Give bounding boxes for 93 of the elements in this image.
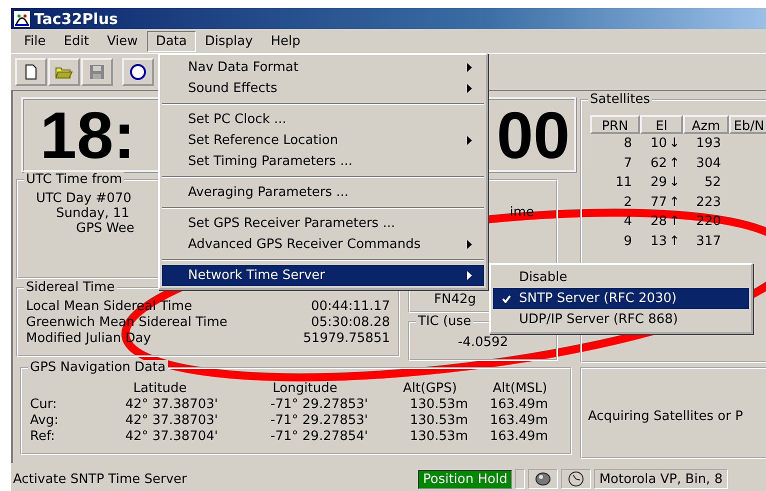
satellite-arc-icon — [14, 10, 30, 26]
grid-square-text: FN42g — [434, 292, 476, 307]
column-header: Alt(GPS) — [402, 381, 458, 397]
table-cell-text: 29 — [650, 174, 667, 192]
table-cell-text: 317 — [695, 232, 722, 250]
table-cell-text: 42° 37.38704' — [124, 429, 219, 445]
menu-item[interactable]: Disable — [493, 267, 749, 288]
acquiring-text: Acquiring Satellites or P — [588, 408, 743, 424]
table-cell-text: 13 — [650, 232, 667, 250]
menu-item[interactable]: Help — [262, 30, 310, 52]
tic-value: -4.0592 — [456, 335, 510, 350]
table-cell-text: 62 — [650, 154, 667, 172]
table-cell-text: 130.53m — [408, 429, 469, 445]
new-file-icon[interactable] — [15, 58, 47, 86]
table-cell-text: 52 — [703, 174, 722, 192]
sidereal-value: 51979.75851 — [303, 331, 390, 347]
trend-arrow: ↑ — [669, 194, 681, 212]
table-cell-text: -71° 29.27853' — [270, 397, 369, 413]
utc-line: Sunday, 11 — [56, 206, 130, 221]
trend-arrow: ↓ — [669, 135, 681, 153]
trend-arrow: ↓ — [669, 174, 681, 192]
status-pane — [515, 469, 526, 489]
trend-arrow: ↑ — [669, 232, 681, 250]
table-cell-text: 7 — [622, 154, 633, 172]
column-header: Longitude — [272, 381, 338, 397]
submenu-arrow-icon — [467, 84, 472, 93]
table-cell-text: 193 — [695, 135, 722, 153]
row-label: Ref: — [30, 429, 56, 445]
table-cell-text: 8 — [622, 135, 633, 153]
checkmark-icon — [502, 294, 510, 302]
row-label: Cur: — [30, 397, 58, 413]
menu-item[interactable]: Display — [196, 30, 262, 52]
table-cell-text: 2 — [622, 194, 633, 212]
column-header[interactable]: PRN — [590, 115, 640, 134]
table-cell-text: 9 — [622, 232, 633, 250]
submenu-arrow-icon — [467, 136, 472, 145]
column-header[interactable]: Azm — [683, 115, 729, 134]
trend-arrow: ↑ — [669, 213, 681, 231]
menu-item[interactable]: View — [98, 30, 147, 52]
table-cell-text: 10 — [650, 135, 667, 153]
menu-item[interactable]: Set Timing Parameters ... — [162, 151, 484, 172]
sidereal-value: 00:44:11.17 — [310, 299, 390, 315]
table-cell-text: 4 — [622, 213, 633, 231]
mode-indicator: Position Hold — [418, 470, 512, 488]
menu-item[interactable]: Set PC Clock ... — [162, 109, 484, 130]
open-folder-icon[interactable] — [48, 58, 80, 86]
trend-arrow: ↑ — [669, 154, 681, 172]
status-message: Activate SNTP Time Server — [13, 472, 188, 486]
utc-line: GPS Wee — [76, 221, 134, 236]
group-legend: TIC (use — [416, 314, 474, 329]
column-header: Alt(MSL) — [492, 381, 548, 397]
receiver-info: Motorola VP, Bin, 8 — [594, 469, 728, 489]
utc-line: UTC Day #070 — [36, 191, 132, 206]
clock-seconds: 00 — [496, 97, 570, 173]
table-cell-text: 77 — [650, 194, 667, 212]
submenu-arrow-icon — [467, 240, 472, 249]
clock-icon — [568, 471, 584, 487]
menu-item[interactable]: Advanced GPS Receiver Commands — [162, 234, 484, 255]
group-legend: GPS Navigation Data — [28, 360, 168, 375]
column-header: Latitude — [132, 381, 188, 397]
table-cell-text: 28 — [650, 213, 667, 231]
table-cell-text: 304 — [695, 154, 722, 172]
table-cell-text: 11 — [614, 174, 633, 192]
menu-item[interactable]: UDP/IP Server (RFC 868) — [493, 309, 749, 330]
menu-item[interactable]: Edit — [54, 30, 98, 52]
table-cell-text: 163.49m — [488, 429, 549, 445]
column-header[interactable]: Eb/N — [729, 115, 766, 134]
menu-item[interactable]: SNTP Server (RFC 2030) — [493, 288, 749, 309]
submenu-arrow-icon — [467, 271, 472, 280]
table-cell-text: 223 — [695, 194, 722, 212]
table-cell-text: 163.49m — [488, 397, 549, 413]
table-cell-text: 130.53m — [408, 413, 469, 429]
menu-item[interactable]: Averaging Parameters ... — [162, 182, 484, 203]
ball-icon — [535, 472, 552, 486]
menu-item[interactable]: Sound Effects — [162, 78, 484, 99]
column-header[interactable]: El — [640, 115, 683, 134]
table-cell-text: 130.53m — [408, 397, 469, 413]
table-cell-text: 42° 37.38703' — [124, 397, 219, 413]
menu-item[interactable]: Network Time Server — [162, 265, 484, 286]
menu-item[interactable]: File — [15, 30, 55, 52]
table-cell-text: -71° 29.27854' — [270, 429, 369, 445]
menu-item[interactable]: Nav Data Format — [162, 57, 484, 78]
clock-hours: 18: — [40, 97, 136, 173]
row-label: Avg: — [30, 413, 60, 429]
table-cell-text: 42° 37.38703' — [124, 413, 219, 429]
sidereal-value: 05:30:08.28 — [310, 315, 390, 331]
menu-item[interactable]: Set GPS Receiver Parameters ... — [162, 213, 484, 234]
table-cell-text: 163.49m — [488, 413, 549, 429]
menu-item[interactable]: Data — [146, 30, 196, 52]
submenu-arrow-icon — [467, 63, 472, 72]
menu-item[interactable]: Set Reference Location — [162, 130, 484, 151]
table-cell-text: -71° 29.27853' — [270, 413, 369, 429]
window-title: Tac32Plus — [34, 10, 118, 28]
